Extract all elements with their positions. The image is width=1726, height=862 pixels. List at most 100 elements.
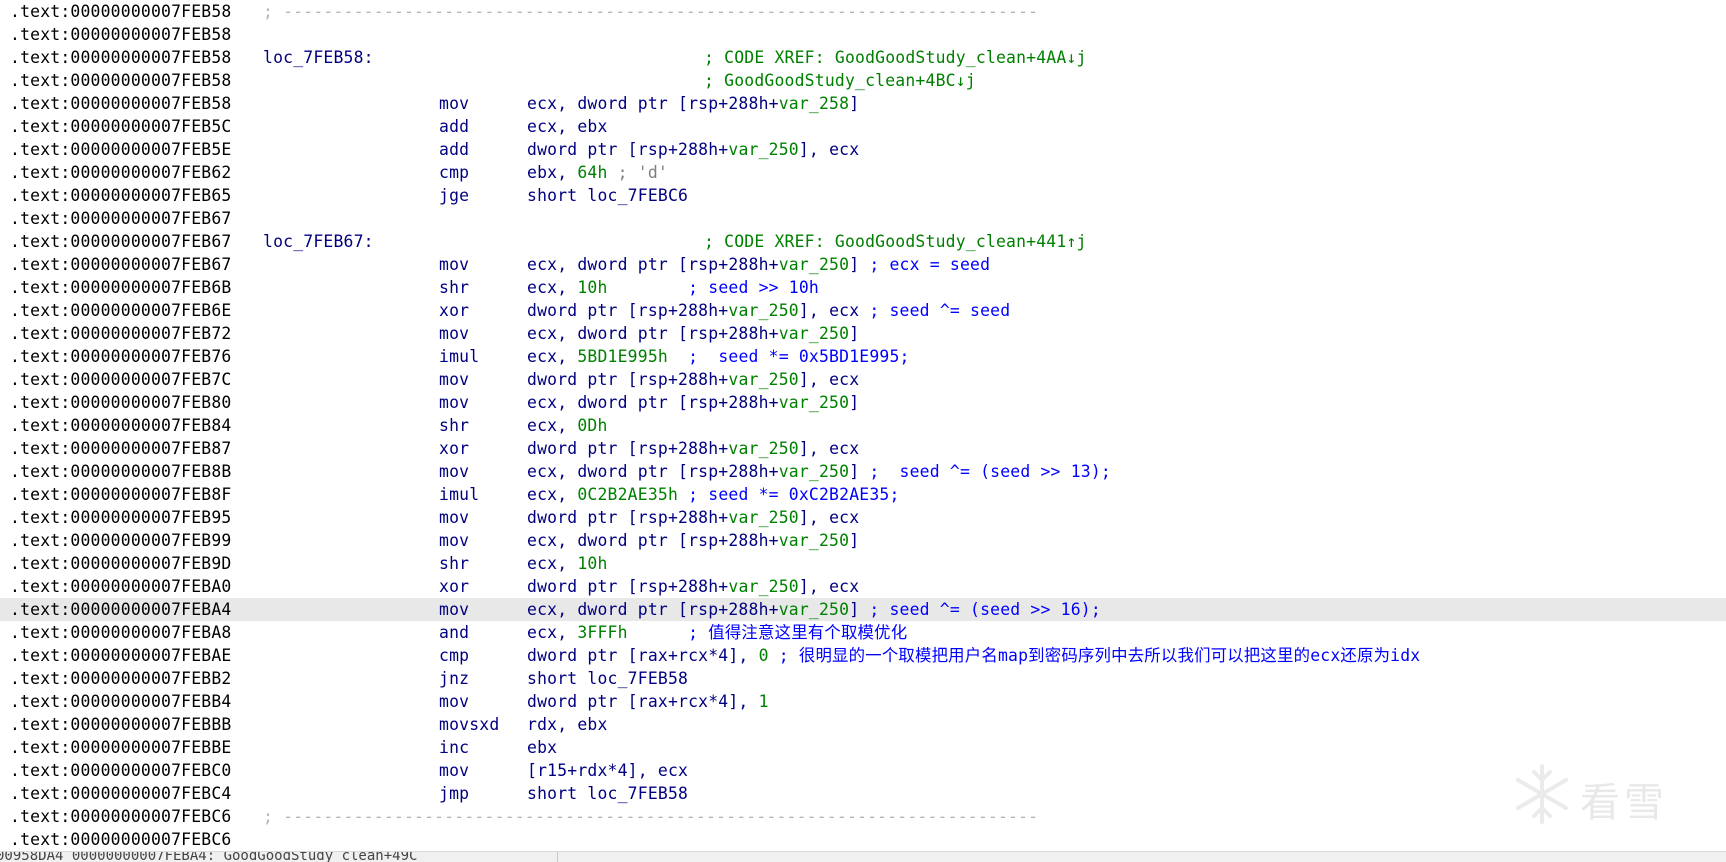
listing-line[interactable]: .text:00000000007FEB8F imul ecx, 0C2B2AE35… (0, 483, 1726, 506)
listing-line[interactable]: .text:00000000007FEB7C mov dword ptr [rsp+… (0, 368, 1726, 391)
listing-line[interactable]: .text:00000000007FEB80 mov ecx, dword ptr … (0, 391, 1726, 414)
listing-line[interactable]: .text:00000000007FEBB4 mov dword ptr [rax+… (0, 690, 1726, 713)
listing-line[interactable]: .text:00000000007FEB76 imul ecx, 5BD1E995h… (0, 345, 1726, 368)
disassembly-view[interactable]: .text:00000000007FEB58 ; ----------------… (0, 0, 1726, 851)
listing-line[interactable]: .text:00000000007FEB5E add dword ptr [rsp+… (0, 138, 1726, 161)
operands: ecx, dword ptr [rsp+288h+var_250] (527, 529, 859, 552)
listing-line[interactable]: .text:00000000007FEB58 ; ----------------… (0, 0, 1726, 23)
operand-token[interactable]: var_250 (728, 370, 798, 389)
operand-token[interactable]: var_250 (779, 600, 849, 619)
operands: short loc_7FEBC6 (527, 184, 688, 207)
mnemonic: add (439, 140, 470, 159)
listing-line[interactable]: .text:00000000007FEB58 (0, 23, 1726, 46)
operand-token[interactable]: var_250 (728, 301, 798, 320)
watermark-text: 看雪 (1580, 780, 1668, 826)
mnemonic: mov (439, 761, 470, 780)
listing-line[interactable]: .text:00000000007FEBAE cmp dword ptr [rax+… (0, 644, 1726, 667)
listing-line[interactable]: .text:00000000007FEB67 loc_7FEB67: ; CODE … (0, 230, 1726, 253)
listing-line[interactable]: .text:00000000007FEB5C add ecx, ebx (0, 115, 1726, 138)
listing-line[interactable]: .text:00000000007FEB6E xor dword ptr [rsp+… (0, 299, 1726, 322)
line-comment: ; seed ^= (seed >> 16); (869, 600, 1101, 619)
address: .text:00000000007FEB58 (10, 25, 232, 44)
mnemonic: mov (439, 508, 470, 527)
mnemonic: cmp (439, 163, 470, 182)
listing-line[interactable]: .text:00000000007FEB67 mov ecx, dword ptr … (0, 253, 1726, 276)
operand-token (628, 623, 688, 642)
mnemonic: mov (439, 393, 470, 412)
operand-token[interactable]: var_250 (779, 462, 849, 481)
operand-token: 0Dh (577, 416, 608, 435)
listing-line[interactable]: .text:00000000007FEB72 mov ecx, dword ptr … (0, 322, 1726, 345)
line-comment: ; seed >> 10h (688, 278, 819, 297)
snowflake-icon (1516, 764, 1568, 824)
code-label[interactable]: loc_7FEB67: (263, 230, 374, 253)
line-comment: ; seed ^= (seed >> 13); (869, 462, 1111, 481)
mnemonic: add (439, 117, 470, 136)
operands: dword ptr [rsp+288h+var_250], ecx (527, 437, 859, 460)
operands: ecx, 0C2B2AE35h ; seed *= 0xC2B2AE35; (527, 483, 900, 506)
operands: ecx, dword ptr [rsp+288h+var_258] (527, 92, 859, 115)
operand-token: ], ecx (798, 577, 860, 596)
operand-token: short loc_7FEB58 (527, 669, 689, 688)
operand-token[interactable]: var_250 (728, 439, 798, 458)
operand-token: 0 (758, 646, 769, 665)
operand-token: ], ecx (798, 301, 870, 320)
address: .text:00000000007FEB87 (10, 439, 232, 458)
address: .text:00000000007FEB99 (10, 531, 232, 550)
mnemonic: movsxd (439, 715, 500, 734)
listing-line[interactable]: .text:00000000007FEB58 loc_7FEB58: ; CODE … (0, 46, 1726, 69)
listing-line[interactable]: .text:00000000007FEBC4 jmp short loc_7FEB5… (0, 782, 1726, 805)
operand-token[interactable]: var_250 (728, 577, 798, 596)
operand-token: ecx, dword ptr [rsp+288h+ (527, 255, 779, 274)
address: .text:00000000007FEB5E (10, 140, 232, 159)
xref-comment[interactable]: ; GoodGoodStudy_clean+4BC↓j (704, 69, 976, 92)
listing-line[interactable]: .text:00000000007FEB9D shr ecx, 10h (0, 552, 1726, 575)
code-label[interactable]: loc_7FEB58: (263, 46, 374, 69)
listing-line[interactable]: .text:00000000007FEBA4 mov ecx, dword ptr … (0, 598, 1726, 621)
operands: short loc_7FEB58 (527, 667, 688, 690)
operand-token[interactable]: var_250 (728, 140, 798, 159)
listing-line[interactable]: .text:00000000007FEB99 mov ecx, dword ptr … (0, 529, 1726, 552)
separator-comment: ; --------------------------------------… (263, 2, 1039, 21)
listing-line[interactable]: .text:00000000007FEBB2 jnz short loc_7FEB5… (0, 667, 1726, 690)
listing-line[interactable]: .text:00000000007FEB8B mov ecx, dword ptr … (0, 460, 1726, 483)
listing-line[interactable]: .text:00000000007FEB87 xor dword ptr [rsp+… (0, 437, 1726, 460)
xref-text: ; CODE XREF: GoodGoodStudy_clean+441↑j (704, 232, 1087, 251)
operand-token: ecx, dword ptr [rsp+288h+ (527, 94, 779, 113)
operand-token (608, 278, 689, 297)
operand-token[interactable]: var_250 (779, 531, 849, 550)
operand-token[interactable]: var_250 (779, 324, 849, 343)
listing-line[interactable]: .text:00000000007FEBA8 and ecx, 3FFFh ; 值得… (0, 621, 1726, 644)
mnemonic: imul (439, 347, 480, 366)
listing-line[interactable]: .text:00000000007FEB6B shr ecx, 10h ; seed… (0, 276, 1726, 299)
operand-token[interactable]: var_250 (728, 508, 798, 527)
listing-line[interactable]: .text:00000000007FEB58 ; GoodGoodStudy_cl… (0, 69, 1726, 92)
operand-token[interactable]: var_258 (779, 94, 849, 113)
operand-token: ecx, dword ptr [rsp+288h+ (527, 393, 779, 412)
mnemonic: shr (439, 416, 470, 435)
listing-line[interactable]: .text:00000000007FEBC6 ; ----------------… (0, 805, 1726, 828)
operand-token[interactable]: var_250 (779, 255, 849, 274)
operand-token[interactable]: var_250 (779, 393, 849, 412)
mnemonic: xor (439, 439, 470, 458)
listing-line[interactable]: .text:00000000007FEBC0 mov [r15+rdx*4], ec… (0, 759, 1726, 782)
xref-comment[interactable]: ; CODE XREF: GoodGoodStudy_clean+4AA↓j (704, 46, 1087, 69)
listing-line[interactable]: .text:00000000007FEBBB movsxd rdx, ebx (0, 713, 1726, 736)
listing-line[interactable]: .text:00000000007FEBA0 xor dword ptr [rsp+… (0, 575, 1726, 598)
listing-line[interactable]: .text:00000000007FEB58 mov ecx, dword ptr … (0, 92, 1726, 115)
address: .text:00000000007FEB65 (10, 186, 232, 205)
mnemonic: mov (439, 370, 470, 389)
listing-line[interactable]: .text:00000000007FEB84 shr ecx, 0Dh (0, 414, 1726, 437)
listing-line[interactable]: .text:00000000007FEB67 (0, 207, 1726, 230)
listing-line[interactable]: .text:00000000007FEBC6 (0, 828, 1726, 851)
operand-token: ] (849, 462, 870, 481)
listing-line[interactable]: .text:00000000007FEBBE inc ebx (0, 736, 1726, 759)
xref-comment[interactable]: ; CODE XREF: GoodGoodStudy_clean+441↑j (704, 230, 1087, 253)
listing-line[interactable]: .text:00000000007FEB62 cmp ebx, 64h ; 'd' (0, 161, 1726, 184)
operand-token: ecx, ebx (527, 117, 608, 136)
operand-token: ecx, (527, 347, 578, 366)
listing-line[interactable]: .text:00000000007FEB65 jge short loc_7FEBC… (0, 184, 1726, 207)
address: .text:00000000007FEB67 (10, 209, 232, 228)
listing-line[interactable]: .text:00000000007FEB95 mov dword ptr [rsp+… (0, 506, 1726, 529)
mnemonic: imul (439, 485, 480, 504)
